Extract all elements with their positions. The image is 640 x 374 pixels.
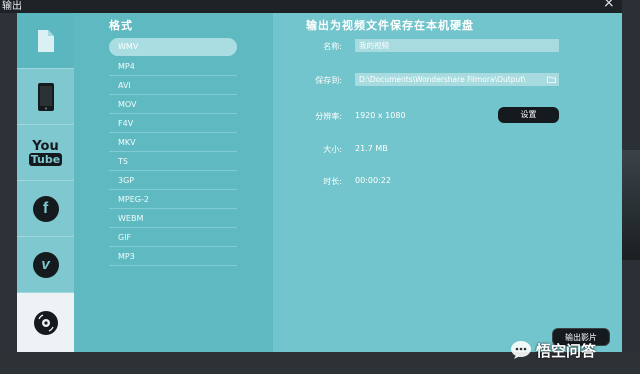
format-item-mp3[interactable]: MP3 xyxy=(109,248,237,266)
sidebar-item-vimeo[interactable]: v xyxy=(17,237,74,293)
duration-value: 00:00:22 xyxy=(355,176,391,185)
format-panel: 格式 WMV MP4 AVI MOV F4V MKV TS 3GP MPEG-2 WEBM GIF M… xyxy=(74,13,273,352)
output-settings-panel: 输出为视频文件保存在本机硬盘 名称: 我的视频 保存到: D:\Document… xyxy=(273,13,622,352)
close-icon[interactable]: × xyxy=(603,0,615,11)
youtube-logo-bottom: Tube xyxy=(28,152,63,166)
dialog-title: 输出 xyxy=(2,1,22,12)
settings-button[interactable]: 设置 xyxy=(498,107,559,123)
format-item-gif[interactable]: GIF xyxy=(109,229,237,247)
save-path-value: D:\Documents\Wondershare Filmora\Output\ xyxy=(359,75,526,84)
settings-title: 输出为视频文件保存在本机硬盘 xyxy=(306,19,474,32)
folder-icon[interactable] xyxy=(547,76,556,83)
phone-icon xyxy=(37,82,54,111)
format-item-mov[interactable]: MOV xyxy=(109,96,237,114)
name-input[interactable]: 我的视频 xyxy=(355,39,559,52)
format-panel-title: 格式 xyxy=(109,19,133,32)
sidebar-item-youtube[interactable]: You Tube xyxy=(17,125,74,181)
format-item-avi[interactable]: AVI xyxy=(109,77,237,95)
save-to-label: 保存到: xyxy=(315,76,342,85)
duration-label: 时长: xyxy=(323,177,342,186)
youtube-icon: You Tube xyxy=(28,138,63,166)
vimeo-glyph: v xyxy=(41,256,50,273)
resolution-label: 分辨率: xyxy=(315,112,342,121)
format-item-mpeg-2[interactable]: MPEG-2 xyxy=(109,191,237,209)
format-item-mkv[interactable]: MKV xyxy=(109,134,237,152)
facebook-icon: f xyxy=(32,195,59,222)
disc-icon xyxy=(33,310,58,335)
vimeo-icon: v xyxy=(32,251,59,278)
youtube-logo-top: You xyxy=(32,138,59,154)
size-value: 21.7 MB xyxy=(355,144,388,153)
watermark: 悟空问答 xyxy=(510,338,596,362)
sidebar-item-device[interactable] xyxy=(17,69,74,125)
format-item-3gp[interactable]: 3GP xyxy=(109,172,237,190)
save-path-input[interactable]: D:\Documents\Wondershare Filmora\Output\ xyxy=(355,73,559,86)
format-item-webm[interactable]: WEBM xyxy=(109,210,237,228)
sidebar-item-dvd[interactable] xyxy=(17,293,74,352)
sidebar-item-local-file[interactable] xyxy=(17,13,74,69)
background-preview-thumbnail xyxy=(620,150,640,260)
size-label: 大小: xyxy=(323,145,342,154)
format-item-f4v[interactable]: F4V xyxy=(109,115,237,133)
background-left xyxy=(0,0,17,374)
format-item-mp4[interactable]: MP4 xyxy=(109,58,237,76)
format-item-wmv[interactable]: WMV xyxy=(109,38,237,56)
chat-bubble-icon xyxy=(511,341,531,359)
name-label: 名称: xyxy=(323,42,342,51)
facebook-glyph: f xyxy=(42,199,49,217)
watermark-text: 悟空问答 xyxy=(536,341,597,360)
format-item-ts[interactable]: TS xyxy=(109,153,237,171)
sidebar-item-facebook[interactable]: f xyxy=(17,181,74,237)
dialog-titlebar: 输出 × xyxy=(0,0,622,13)
resolution-value: 1920 x 1080 xyxy=(355,111,406,120)
file-icon xyxy=(37,29,54,52)
export-dialog: You Tube f v 格式 WMV MP4 AVI MOV F4V MKV … xyxy=(17,13,622,352)
output-target-sidebar: You Tube f v xyxy=(17,13,74,352)
